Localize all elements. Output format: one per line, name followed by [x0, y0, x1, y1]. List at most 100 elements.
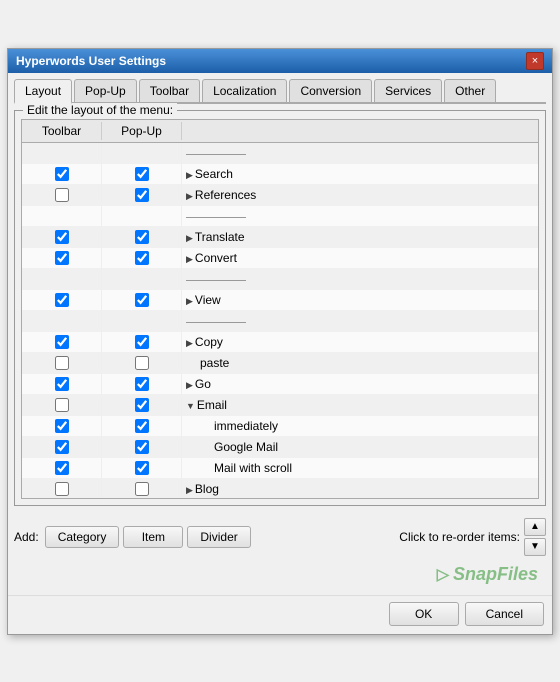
toolbar-checkbox[interactable] [55, 440, 69, 454]
toolbar-cell [22, 269, 102, 289]
arrow-right-icon: ▶ [186, 380, 193, 390]
toolbar-checkbox[interactable] [55, 419, 69, 433]
toolbar-checkbox[interactable] [55, 482, 69, 496]
table-row: ▶References [22, 185, 538, 206]
reorder-label: Click to re-order items: [399, 530, 520, 544]
toolbar-cell [22, 479, 102, 498]
table-row: immediately [22, 416, 538, 437]
add-divider-button[interactable]: Divider [187, 526, 250, 548]
toolbar-checkbox[interactable] [55, 251, 69, 265]
arrow-down-icon: ▼ [186, 401, 195, 411]
popup-cell [102, 437, 182, 457]
popup-checkbox[interactable] [135, 461, 149, 475]
tab-localization[interactable]: Localization [202, 79, 287, 102]
item-text: Email [197, 398, 227, 412]
toolbar-cell [22, 248, 102, 268]
menu-table: Toolbar Pop-Up ▶Search▶References▶Transl… [21, 119, 539, 499]
bottom-section: Add: Category Item Divider Click to re-o… [14, 514, 546, 560]
popup-checkbox[interactable] [135, 356, 149, 370]
item-text: Blog [195, 482, 219, 496]
col-header-item [182, 122, 538, 140]
popup-checkbox[interactable] [135, 230, 149, 244]
popup-checkbox[interactable] [135, 335, 149, 349]
title-bar: Hyperwords User Settings × [8, 49, 552, 73]
table-row: Mail with scroll [22, 458, 538, 479]
item-label: ▶Translate [182, 228, 538, 246]
add-item-button[interactable]: Item [123, 526, 183, 548]
item-label: ▶Convert [182, 249, 538, 267]
popup-checkbox[interactable] [135, 419, 149, 433]
reorder-down-button[interactable]: ▼ [524, 538, 546, 556]
close-button[interactable]: × [526, 52, 544, 70]
toolbar-checkbox[interactable] [55, 377, 69, 391]
toolbar-checkbox[interactable] [55, 461, 69, 475]
toolbar-cell [22, 290, 102, 310]
item-text: References [195, 188, 256, 202]
item-label: ▶References [182, 186, 538, 204]
arrow-right-icon: ▶ [186, 338, 193, 348]
item-text: immediately [214, 419, 278, 433]
toolbar-cell [22, 374, 102, 394]
arrow-right-icon: ▶ [186, 485, 193, 495]
arrow-right-icon: ▶ [186, 296, 193, 306]
table-row: ▼Email [22, 395, 538, 416]
toolbar-checkbox[interactable] [55, 167, 69, 181]
toolbar-cell [22, 227, 102, 247]
toolbar-cell [22, 458, 102, 478]
divider-line [186, 154, 246, 155]
ok-button[interactable]: OK [389, 602, 459, 626]
item-text: Go [195, 377, 211, 391]
popup-cell [102, 458, 182, 478]
toolbar-checkbox[interactable] [55, 188, 69, 202]
reorder-buttons: ▲ ▼ [524, 518, 546, 556]
arrow-right-icon: ▶ [186, 170, 193, 180]
cancel-button[interactable]: Cancel [465, 602, 544, 626]
tab-layout[interactable]: Layout [14, 79, 72, 104]
snapfiles-text: SnapFiles [453, 564, 538, 584]
reorder-up-button[interactable]: ▲ [524, 518, 546, 536]
popup-checkbox[interactable] [135, 398, 149, 412]
table-row [22, 311, 538, 332]
tab-conversion[interactable]: Conversion [289, 79, 372, 102]
item-text: Convert [195, 251, 237, 265]
tab-services[interactable]: Services [374, 79, 442, 102]
popup-checkbox[interactable] [135, 251, 149, 265]
popup-checkbox[interactable] [135, 293, 149, 307]
popup-cell [102, 416, 182, 436]
main-window: Hyperwords User Settings × Layout Pop-Up… [7, 48, 553, 635]
toolbar-checkbox[interactable] [55, 356, 69, 370]
table-body[interactable]: ▶Search▶References▶Translate▶Convert▶Vie… [22, 143, 538, 498]
tab-toolbar[interactable]: Toolbar [139, 79, 200, 102]
item-text: Google Mail [214, 440, 278, 454]
table-row: ▶View [22, 290, 538, 311]
popup-checkbox[interactable] [135, 188, 149, 202]
toolbar-cell [22, 395, 102, 415]
tab-popup[interactable]: Pop-Up [74, 79, 137, 102]
add-category-button[interactable]: Category [45, 526, 120, 548]
popup-checkbox[interactable] [135, 482, 149, 496]
divider-line [186, 322, 246, 323]
toolbar-checkbox[interactable] [55, 335, 69, 349]
popup-cell [102, 206, 182, 226]
toolbar-cell [22, 206, 102, 226]
item-label: ▼Email [182, 396, 538, 414]
popup-checkbox[interactable] [135, 377, 149, 391]
popup-cell [102, 185, 182, 205]
toolbar-checkbox[interactable] [55, 230, 69, 244]
popup-checkbox[interactable] [135, 440, 149, 454]
item-text: Copy [195, 335, 223, 349]
toolbar-checkbox[interactable] [55, 398, 69, 412]
toolbar-cell [22, 143, 102, 163]
snapfiles-icon: ▷ [437, 566, 449, 583]
add-label: Add: [14, 530, 39, 544]
item-text: Search [195, 167, 233, 181]
popup-cell [102, 290, 182, 310]
popup-cell [102, 353, 182, 373]
item-label [182, 317, 538, 325]
tab-other[interactable]: Other [444, 79, 496, 102]
popup-checkbox[interactable] [135, 167, 149, 181]
tabs-bar: Layout Pop-Up Toolbar Localization Conve… [14, 79, 546, 104]
popup-cell [102, 395, 182, 415]
toolbar-checkbox[interactable] [55, 293, 69, 307]
item-label: ▶Go [182, 375, 538, 393]
